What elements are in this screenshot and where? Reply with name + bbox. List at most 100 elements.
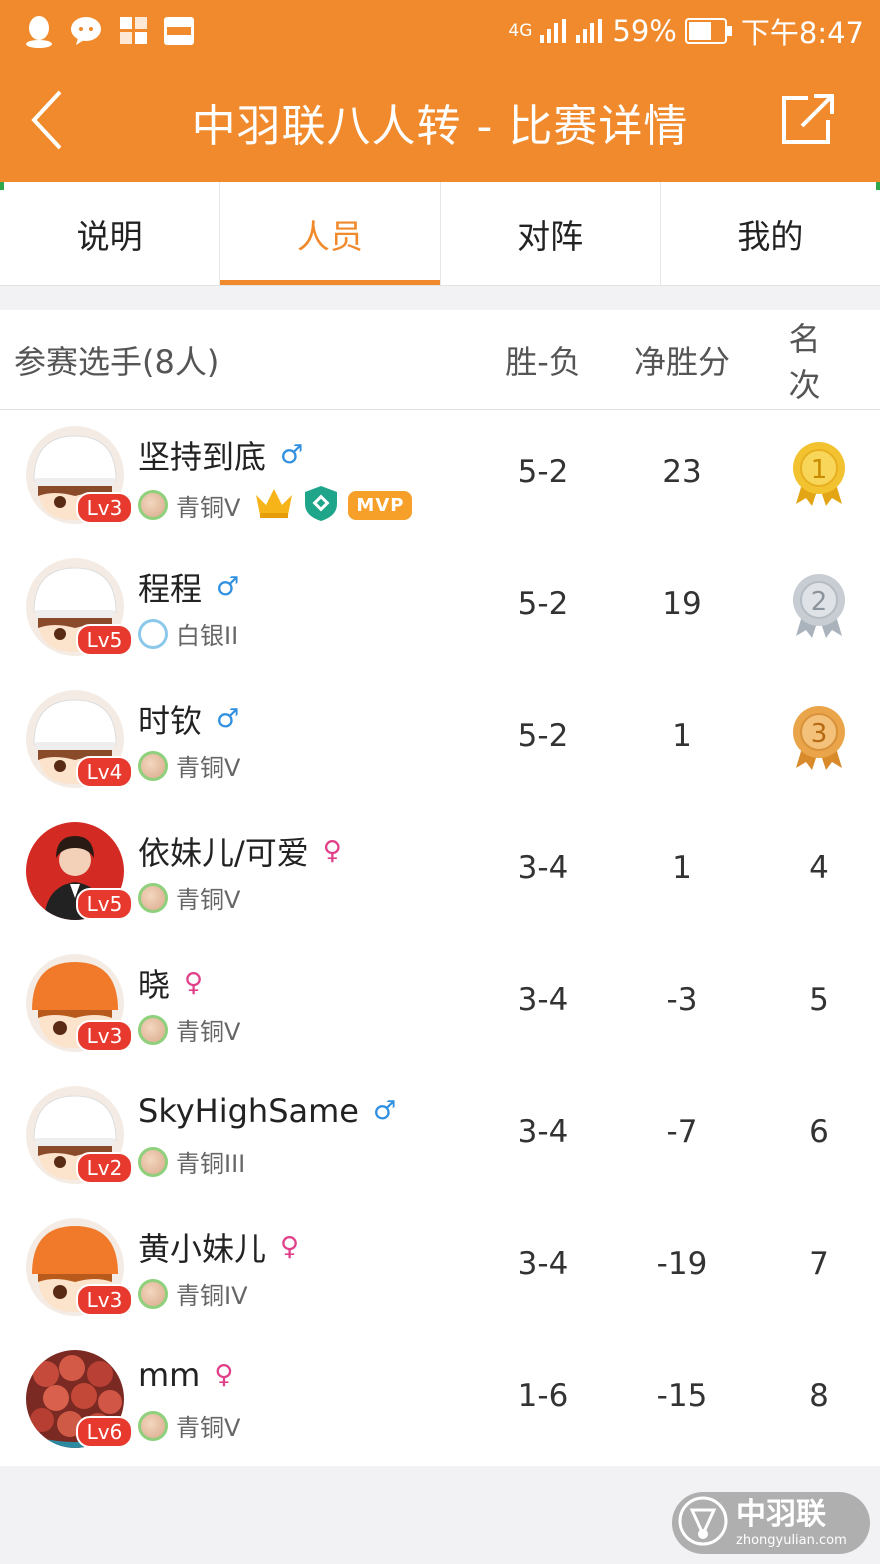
tab-description[interactable]: 说明 xyxy=(0,182,221,285)
watermark-title: 中羽联 xyxy=(736,1496,826,1532)
share-icon[interactable] xyxy=(778,92,836,150)
signal-icon xyxy=(540,17,604,45)
win-loss: 5-2 xyxy=(517,454,569,490)
tier-label: 白银II xyxy=(176,622,239,650)
net-points: -3 xyxy=(666,982,698,1018)
tab-members[interactable]: 人员 xyxy=(220,182,441,285)
win-loss: 5-2 xyxy=(517,586,569,622)
table-row[interactable]: Lv4 时钦 ♂ 青铜V 5-2 1 3 xyxy=(0,674,880,806)
table-row[interactable]: Lv5 程程 ♂ 白银II 5-2 19 2 xyxy=(0,542,880,674)
female-icon: ♀ xyxy=(322,836,342,866)
player-name: mm xyxy=(138,1356,201,1394)
page-title: 中羽联八人转 - 比赛详情 xyxy=(191,101,689,152)
level-badge: Lv3 xyxy=(76,1284,133,1316)
svg-text:1: 1 xyxy=(811,455,828,485)
tier-label: 青铜V xyxy=(176,493,241,522)
level-badge: Lv5 xyxy=(76,624,133,656)
tab-mine[interactable]: 我的 xyxy=(661,182,880,285)
male-icon: ♂ xyxy=(372,1096,397,1126)
win-loss: 3-4 xyxy=(517,850,569,886)
net-points: 1 xyxy=(672,850,692,886)
watermark: 中羽联 zhongyulian.com xyxy=(672,1492,870,1554)
win-loss: 5-2 xyxy=(517,718,569,754)
tier-label: 青铜III xyxy=(176,1150,246,1178)
tier-label: 青铜V xyxy=(176,1414,241,1442)
female-icon: ♀ xyxy=(184,968,204,998)
player-name: 黄小妹儿 xyxy=(138,1230,267,1268)
table-row[interactable]: Lv2 SkyHighSame ♂ 青铜III 3-4 -7 6 xyxy=(0,1070,880,1202)
back-icon[interactable] xyxy=(28,88,68,156)
net-points: -19 xyxy=(656,1246,708,1282)
silver-medal-icon: 2 xyxy=(790,572,848,644)
net-points: -7 xyxy=(666,1114,698,1150)
bronze-tier-icon xyxy=(138,1146,168,1177)
bronze-medal-icon: 3 xyxy=(790,704,848,776)
level-badge: Lv3 xyxy=(76,492,133,524)
tier-label: 青铜V xyxy=(176,754,241,782)
net-points: 19 xyxy=(662,586,702,622)
app-header: 中羽联八人转 - 比赛详情 xyxy=(0,62,880,182)
battery-percent: 59% xyxy=(612,14,677,48)
male-icon: ♂ xyxy=(216,704,240,734)
silver-tier-icon xyxy=(138,618,168,649)
table-row[interactable]: Lv3 坚持到底 ♂ 青铜V MVP 5-2 23 1 xyxy=(0,410,880,542)
tier-label: 青铜IV xyxy=(176,1282,248,1310)
table-row[interactable]: Lv3 黄小妹儿 ♀ 青铜IV 3-4 -19 7 xyxy=(0,1202,880,1334)
network-type: 4G xyxy=(508,21,533,41)
rank: 7 xyxy=(809,1246,829,1282)
player-name: 程程 xyxy=(138,570,203,608)
level-badge: Lv6 xyxy=(76,1416,133,1448)
level-badge: Lv2 xyxy=(76,1152,133,1184)
mvp-badge: MVP xyxy=(348,490,413,520)
net-points: 23 xyxy=(662,454,702,490)
level-badge: Lv4 xyxy=(76,756,133,788)
female-icon: ♀ xyxy=(280,1232,300,1262)
header-net-points: 净胜分 xyxy=(633,342,731,381)
table-row[interactable]: Lv6 mm ♀ 青铜V 1-6 -15 8 xyxy=(0,1334,880,1466)
tab-matchups[interactable]: 对阵 xyxy=(441,182,661,285)
win-loss: 3-4 xyxy=(517,982,569,1018)
player-name: 坚持到底 xyxy=(138,438,267,476)
bronze-tier-icon xyxy=(138,1014,168,1045)
rank: 4 xyxy=(809,850,829,886)
table-row[interactable]: Lv5 依妹儿/可爱 ♀ 青铜V 3-4 1 4 xyxy=(0,806,880,938)
bronze-tier-icon xyxy=(138,490,168,520)
shuttlecock-logo-icon xyxy=(678,1496,728,1550)
header-win-loss: 胜-负 xyxy=(505,342,581,381)
player-name: 晓 xyxy=(138,966,171,1004)
status-bar: 4G 59% 下午8:47 xyxy=(0,0,880,62)
female-icon: ♀ xyxy=(214,1360,234,1390)
table-row[interactable]: Lv3 晓 ♀ 青铜V 3-4 -3 5 xyxy=(0,938,880,1070)
clock: 下午8:47 xyxy=(740,16,864,50)
male-icon: ♂ xyxy=(216,572,240,602)
status-bar-notifications xyxy=(24,14,194,48)
qq-icon xyxy=(24,14,54,48)
tab-bar: 说明 人员 对阵 我的 xyxy=(0,182,880,286)
battery-icon xyxy=(684,18,733,44)
rank: 8 xyxy=(809,1378,829,1414)
level-badge: Lv5 xyxy=(76,888,133,920)
table-header: 参赛选手(8人) 胜-负 净胜分 名次 xyxy=(0,310,880,410)
crown-icon xyxy=(254,487,294,523)
status-bar-system: 4G 59% 下午8:47 xyxy=(508,10,864,52)
shield-icon xyxy=(302,484,340,526)
rank: 5 xyxy=(809,982,829,1018)
svg-text:3: 3 xyxy=(811,719,828,749)
win-loss: 1-6 xyxy=(517,1378,569,1414)
player-name: 依妹儿/可爱 xyxy=(138,834,309,872)
gold-medal-icon: 1 xyxy=(790,440,848,512)
tier-label: 青铜V xyxy=(176,886,241,914)
win-loss: 3-4 xyxy=(517,1114,569,1150)
bronze-tier-icon xyxy=(138,1410,168,1441)
leme-icon xyxy=(164,17,194,45)
win-loss: 3-4 xyxy=(517,1246,569,1282)
player-name: SkyHighSame xyxy=(138,1092,359,1130)
apps-icon xyxy=(120,17,148,45)
header-rank: 名次 xyxy=(788,319,821,404)
svg-text:2: 2 xyxy=(811,587,828,617)
tier-label: 青铜V xyxy=(176,1018,241,1046)
bronze-tier-icon xyxy=(138,750,168,781)
header-players: 参赛选手(8人) xyxy=(14,342,220,381)
wechat-icon xyxy=(70,16,104,46)
net-points: -15 xyxy=(656,1378,708,1414)
